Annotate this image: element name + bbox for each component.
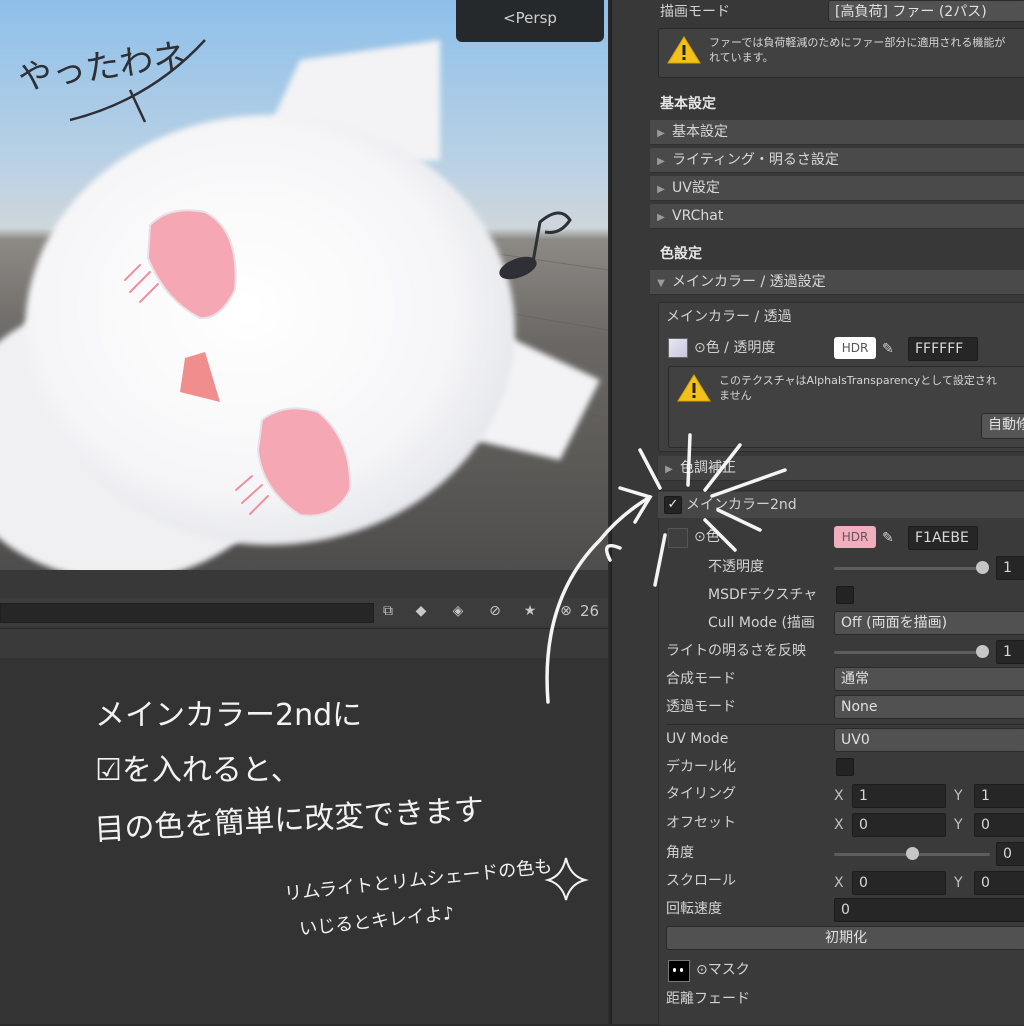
tiling-y-field[interactable]: 1 [974, 784, 1024, 808]
main-color-label: ⊙色 / 透明度 [694, 340, 776, 356]
eyedropper-icon[interactable]: ✎ [882, 529, 900, 547]
msdf-label: MSDFテクスチャ [708, 587, 818, 603]
rotate-speed-label: 回転速度 [666, 901, 722, 917]
offset-x-label: X [834, 817, 844, 833]
divider [666, 724, 1024, 725]
opacity-slider[interactable] [834, 567, 986, 570]
fur-warning-text: ファーでは負荷軽減のためにファー部分に適用される機能が れています。 [709, 36, 1006, 64]
offset-y-field[interactable]: 0 [974, 813, 1024, 837]
offset-label: オフセット [666, 815, 736, 831]
fur-cat-render [0, 40, 608, 570]
decal-checkbox[interactable] [836, 758, 854, 776]
warning-icon [667, 36, 701, 64]
blend-mode-label: 合成モード [666, 671, 736, 687]
angle-field[interactable]: 0 [996, 842, 1024, 866]
fold-lighting[interactable]: ▶ ライティング・明るさ設定 [650, 148, 1024, 173]
decal-label: デカール化 [666, 759, 736, 775]
uv-mode-dropdown[interactable]: UV0 [834, 728, 1024, 752]
reset-button[interactable]: 初期化 [666, 926, 1024, 950]
mask-label: ⊙マスク [696, 962, 750, 978]
project-search-input[interactable] [0, 603, 374, 623]
scene-view[interactable]: <Persp [0, 0, 608, 570]
hierarchy-icon[interactable]: ⧉ [377, 600, 399, 622]
filter-type-icon[interactable]: ◆ [410, 600, 432, 622]
scroll-y-label: Y [954, 875, 963, 891]
main-color-title: メインカラー / 透過 [666, 309, 792, 325]
project-header-bar [0, 628, 608, 659]
alpha-mode-dropdown[interactable]: None [834, 695, 1024, 719]
angle-slider-knob[interactable] [906, 847, 919, 860]
tiling-x-label: X [834, 788, 844, 804]
msdf-checkbox[interactable] [836, 586, 854, 604]
scroll-x-label: X [834, 875, 844, 891]
color-settings-header: 色設定 [660, 246, 702, 262]
hidden-count-badge: 26 [580, 602, 600, 620]
main-color-swatch[interactable]: HDR [834, 337, 876, 359]
render-mode-label: 描画モード [660, 4, 730, 20]
alpha-mode-label: 透過モード [666, 699, 736, 715]
opacity-field[interactable]: 1 [996, 556, 1024, 580]
mask-texture-thumb[interactable] [668, 960, 690, 982]
chevron-right-icon: ▶ [665, 464, 673, 475]
tiling-x-field[interactable]: 1 [852, 784, 946, 808]
fold-main-color[interactable]: ▼ メインカラー / 透過設定 [650, 270, 1024, 295]
light-reflect-label: ライトの明るさを反映 [666, 643, 806, 659]
persp-button[interactable]: <Persp [456, 0, 604, 42]
offset-y-label: Y [954, 817, 963, 833]
main-color-2nd-swatch[interactable]: HDR [834, 526, 876, 548]
distance-fade-label: 距離フェード [666, 991, 750, 1007]
texture-thumb-2nd[interactable] [668, 528, 688, 548]
scroll-y-field[interactable]: 0 [974, 871, 1024, 895]
fur-warning-box: ファーでは負荷軽減のためにファー部分に適用される機能が れています。 [658, 28, 1024, 78]
chevron-down-icon: ▼ [657, 278, 665, 289]
tag-icon[interactable]: ◈ [447, 600, 469, 622]
fold-uv[interactable]: ▶ UV設定 [650, 176, 1024, 201]
cull-mode-dropdown[interactable]: Off (両面を描画) [834, 611, 1024, 635]
inspector-panel: 描画モード [高負荷] ファー (2パス) ファーでは負荷軽減のためにファー部分… [610, 0, 1024, 1026]
uv-mode-label: UV Mode [666, 731, 729, 747]
texture-thumb[interactable] [668, 338, 688, 358]
chevron-right-icon: ▶ [657, 212, 665, 223]
alpha-warning-text: このテクスチャはAlphaIsTransparencyとして設定され ません [719, 374, 997, 402]
auto-fix-button[interactable]: 自動修 [981, 413, 1024, 439]
chevron-right-icon: ▶ [657, 128, 665, 139]
visibility-icon[interactable]: ⊗ [555, 600, 577, 622]
chevron-right-icon: ▶ [657, 184, 665, 195]
basic-settings-header: 基本設定 [660, 96, 716, 112]
cull-mode-label: Cull Mode (描画 [708, 615, 815, 631]
warning-filter-icon[interactable]: ⊘ [484, 600, 506, 622]
opacity-slider-knob[interactable] [976, 561, 989, 574]
main-color-2nd-hex-field[interactable]: F1AEBE [908, 526, 978, 550]
warning-icon [677, 374, 711, 402]
fold-vrchat[interactable]: ▶ VRChat [650, 204, 1024, 229]
rotate-speed-field[interactable]: 0 [834, 898, 1024, 922]
project-content [0, 658, 608, 1024]
tiling-label: タイリング [666, 786, 736, 802]
main-color-2nd-label: ⊙色 [694, 529, 720, 545]
light-reflect-knob[interactable] [976, 645, 989, 658]
render-mode-dropdown[interactable]: [高負荷] ファー (2パス) [828, 0, 1024, 22]
scroll-label: スクロール [666, 873, 736, 889]
scroll-x-field[interactable]: 0 [852, 871, 946, 895]
eyedropper-icon[interactable]: ✎ [882, 340, 900, 358]
offset-x-field[interactable]: 0 [852, 813, 946, 837]
fold-tone-correction[interactable]: ▶ 色調補正 [658, 456, 1024, 481]
main-color-hex-field[interactable]: FFFFFF [908, 337, 978, 361]
opacity-label: 不透明度 [708, 559, 764, 575]
chevron-right-icon: ▶ [657, 156, 665, 167]
light-reflect-slider[interactable] [834, 651, 986, 654]
main-color-2nd-checkbox[interactable]: ✓ [664, 496, 682, 514]
fold-basic[interactable]: ▶ 基本設定 [650, 120, 1024, 145]
light-reflect-field[interactable]: 1 [996, 640, 1024, 664]
star-icon[interactable]: ★ [519, 600, 541, 622]
alpha-warning-box: このテクスチャはAlphaIsTransparencyとして設定され ません 自動… [668, 366, 1024, 448]
angle-label: 角度 [666, 845, 694, 861]
main-color-2nd-title: メインカラー2nd [686, 497, 797, 513]
project-panel: ⧉ ◆ ◈ ⊘ ★ ⊗ 26 [0, 570, 608, 1024]
tiling-y-label: Y [954, 788, 963, 804]
blend-mode-dropdown[interactable]: 通常 [834, 667, 1024, 691]
